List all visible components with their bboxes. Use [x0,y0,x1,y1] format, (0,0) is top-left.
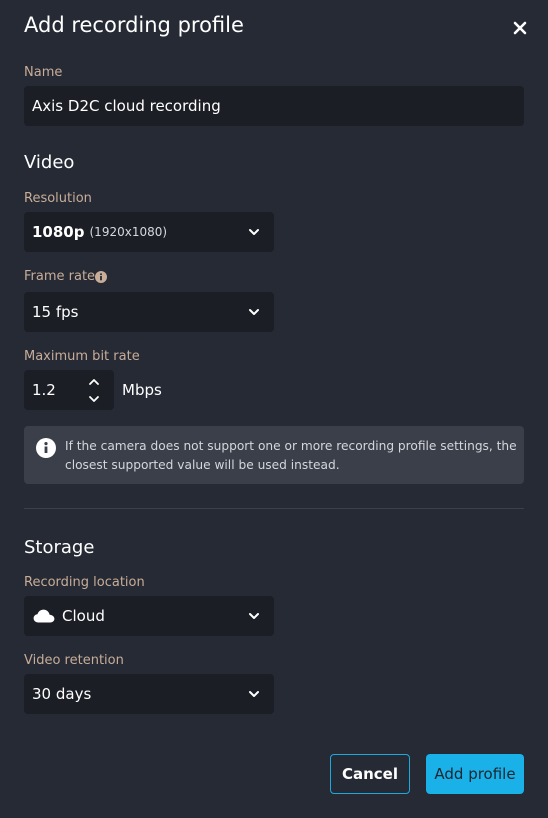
cancel-button[interactable]: Cancel [330,754,410,794]
storage-section-title: Storage [24,537,95,558]
frame-rate-value[interactable]: 15 fps [32,303,78,321]
name-input-value[interactable]: Axis D2C cloud recording [32,97,221,115]
video-section-title: Video [24,152,75,173]
chevron-down-icon[interactable] [246,608,262,624]
bit-rate-stepper[interactable]: 1.2 [24,370,114,410]
decrement-icon[interactable] [86,391,102,407]
add-recording-profile-dialog: Add recording profile Name Axis D2C clou… [0,0,548,818]
dialog-title: Add recording profile [24,13,244,37]
notice-box: If the camera does not support one or mo… [24,426,524,484]
bit-rate-label: Maximum bit rate [24,349,140,364]
cloud-icon [33,609,55,623]
chevron-down-icon[interactable] [246,224,262,240]
video-retention-select[interactable]: 30 days [24,674,274,714]
close-icon[interactable] [513,21,527,35]
frame-rate-label: Frame rate [24,269,96,284]
increment-icon[interactable] [86,374,102,390]
add-profile-button[interactable]: Add profile [426,754,524,794]
chevron-down-icon[interactable] [246,686,262,702]
chevron-down-icon[interactable] [246,304,262,320]
resolution-value[interactable]: 1080p [32,223,85,241]
frame-rate-select[interactable]: 15 fps [24,292,274,332]
recording-location-select[interactable]: Cloud [24,596,274,636]
recording-location-label: Recording location [24,575,145,590]
name-label: Name [24,65,63,80]
name-input[interactable]: Axis D2C cloud recording [24,86,524,126]
bit-rate-unit: Mbps [122,381,162,399]
video-retention-label: Video retention [24,653,124,668]
video-retention-value[interactable]: 30 days [32,685,91,703]
resolution-detail: (1920x1080) [89,225,168,239]
info-icon[interactable] [95,271,107,283]
close-button[interactable] [508,16,532,40]
stepper-arrows [86,372,102,408]
divider [24,508,524,509]
recording-location-value[interactable]: Cloud [62,607,105,625]
bit-rate-value[interactable]: 1.2 [32,381,56,399]
info-icon [36,438,56,458]
resolution-select[interactable]: 1080p (1920x1080) [24,212,274,252]
resolution-label: Resolution [24,191,92,206]
notice-text: If the camera does not support one or mo… [65,439,517,472]
